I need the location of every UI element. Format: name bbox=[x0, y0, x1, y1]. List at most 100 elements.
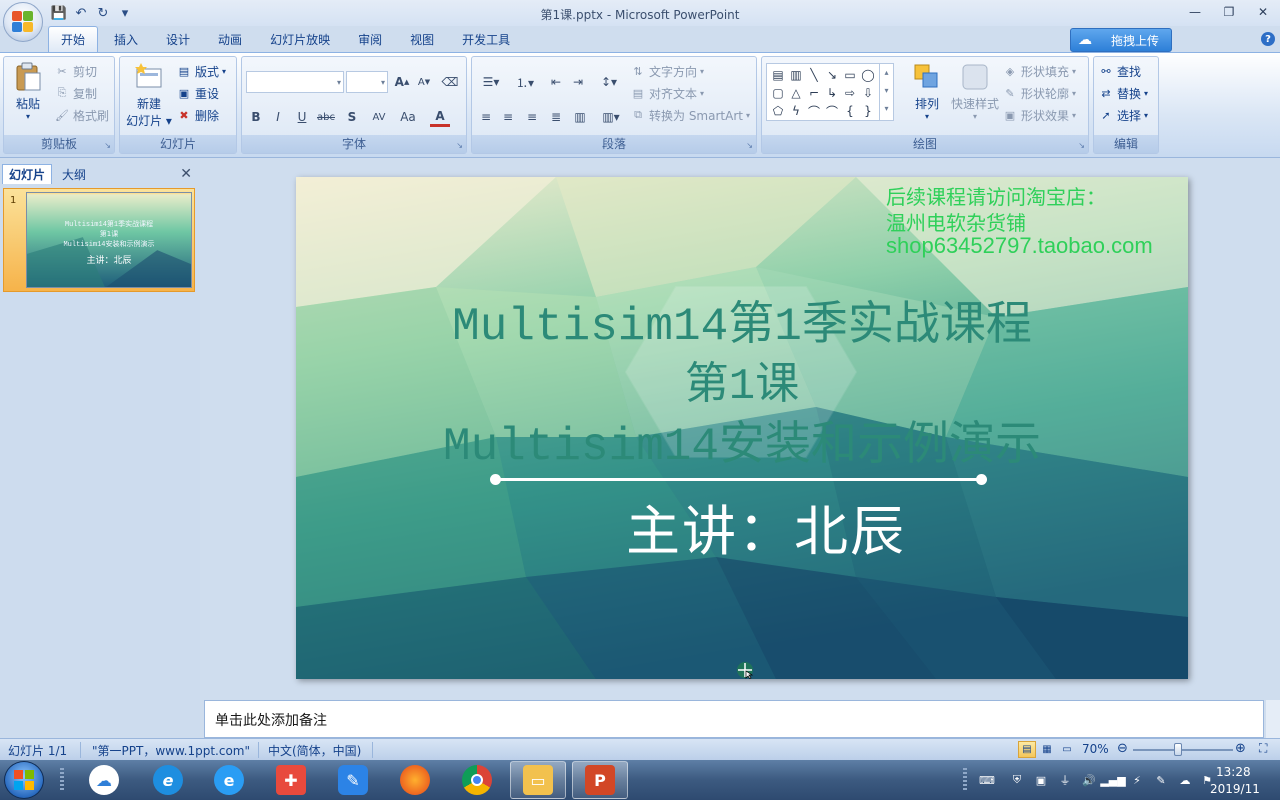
slide-title-1[interactable]: Multisim14第1季实战课程 bbox=[296, 287, 1188, 353]
numbering-icon[interactable]: ⒈▾ bbox=[510, 72, 540, 92]
line-shape-icon[interactable]: ╲ bbox=[805, 66, 823, 84]
taskbar-powerpoint[interactable]: P bbox=[572, 761, 628, 799]
normal-view-icon[interactable]: ▤ bbox=[1018, 741, 1036, 758]
justify-icon[interactable]: ≣ bbox=[546, 107, 566, 127]
tab-slideshow[interactable]: 幻灯片放映 bbox=[258, 26, 342, 52]
shadow-button[interactable]: S bbox=[342, 107, 362, 127]
clear-format-icon[interactable]: ⌫ bbox=[440, 72, 460, 92]
zoom-in-icon[interactable]: ⊕ bbox=[1235, 741, 1246, 756]
start-button[interactable] bbox=[4, 761, 44, 799]
shape-effects-button[interactable]: ▣ 形状效果 ▾ bbox=[1002, 105, 1076, 125]
arc-shape-icon[interactable]: ⌒ bbox=[823, 102, 841, 120]
keyboard-icon[interactable]: ⌨ bbox=[979, 772, 995, 788]
taskbar-firefox[interactable] bbox=[387, 761, 443, 799]
arrow-shape-icon[interactable]: ↘ bbox=[823, 66, 841, 84]
volume-icon[interactable]: 🔊 bbox=[1081, 772, 1097, 788]
slide-title-2[interactable]: 第1课 bbox=[296, 347, 1188, 412]
font-launcher-icon[interactable]: ↘ bbox=[456, 141, 463, 150]
decrease-indent-icon[interactable]: ⇤ bbox=[546, 72, 566, 92]
quick-styles-button[interactable]: 快速样式 ▾ bbox=[950, 61, 1000, 121]
taskbar-explorer[interactable]: ▭ bbox=[510, 761, 566, 799]
right-brace-shape-icon[interactable]: } bbox=[859, 102, 877, 120]
replace-button[interactable]: ⇄ 替换 ▾ bbox=[1098, 83, 1148, 103]
shape-fill-button[interactable]: ◈ 形状填充 ▾ bbox=[1002, 61, 1076, 81]
clock-date[interactable]: 2019/11 bbox=[1210, 782, 1260, 796]
close-pane-icon[interactable]: ✕ bbox=[180, 166, 192, 182]
tab-design[interactable]: 设计 bbox=[154, 26, 202, 52]
align-right-icon[interactable]: ≡ bbox=[522, 107, 542, 127]
lightning-shape-icon[interactable]: ϟ bbox=[787, 102, 805, 120]
text-direction-button[interactable]: ⇅ 文字方向 ▾ bbox=[630, 61, 704, 81]
fit-window-icon[interactable]: ⛶ bbox=[1259, 741, 1267, 756]
network-icon[interactable]: ▂▄▆ bbox=[1100, 772, 1125, 788]
shield-icon[interactable]: ⛨ bbox=[1009, 772, 1025, 788]
align-center-icon[interactable]: ≡ bbox=[498, 107, 518, 127]
char-spacing-button[interactable]: AV bbox=[366, 107, 392, 127]
clipboard-launcher-icon[interactable]: ↘ bbox=[104, 141, 111, 150]
zoom-level[interactable]: 70% bbox=[1082, 742, 1109, 756]
curve-shape-icon[interactable]: ⌒ bbox=[805, 102, 823, 120]
align-left-icon[interactable]: ≡ bbox=[476, 107, 496, 127]
taskbar-eraser-app[interactable]: ✚ bbox=[263, 761, 319, 799]
office-button[interactable] bbox=[3, 2, 43, 42]
tab-home[interactable]: 开始 bbox=[48, 26, 99, 52]
rectangle-shape-icon[interactable]: ▭ bbox=[841, 66, 859, 84]
bold-button[interactable]: B bbox=[246, 107, 266, 127]
maximize-button[interactable]: ❐ bbox=[1212, 0, 1246, 24]
theme-status[interactable]: "第一PPT，www.1ppt.com" bbox=[92, 742, 250, 759]
tab-slides[interactable]: 幻灯片 bbox=[2, 164, 53, 184]
right-arrow-shape-icon[interactable]: ⇨ bbox=[841, 84, 859, 102]
arrange-button[interactable]: 排列 ▾ bbox=[906, 61, 948, 121]
grow-font-button[interactable]: A ▲ bbox=[392, 72, 412, 92]
shape-outline-button[interactable]: ✎ 形状轮廓 ▾ bbox=[1002, 83, 1076, 103]
change-case-button[interactable]: Aa bbox=[396, 107, 420, 127]
taskbar-pen-app[interactable]: ✎ bbox=[325, 761, 381, 799]
tab-developer[interactable]: 开发工具 bbox=[450, 26, 522, 52]
bullets-icon[interactable]: ☰▾ bbox=[476, 72, 506, 92]
pen-tray-icon[interactable]: ✎ bbox=[1153, 772, 1169, 788]
shrink-font-button[interactable]: A ▼ bbox=[414, 72, 434, 92]
taskbar-ie[interactable]: e bbox=[140, 761, 196, 799]
elbow-arrow-icon[interactable]: ↳ bbox=[823, 84, 841, 102]
new-slide-button[interactable]: 新建 幻灯片 ▾ bbox=[124, 61, 174, 129]
font-name-combo[interactable]: ▾ bbox=[246, 71, 344, 93]
language-status[interactable]: 中文(简体，中国) bbox=[268, 742, 361, 759]
zoom-slider-thumb[interactable] bbox=[1174, 743, 1182, 756]
textbox-shape-icon[interactable]: ▤ bbox=[769, 66, 787, 84]
slide-thumbnail[interactable]: Multisim14第1季实战课程 第1课 Multisim14安装和示例演示 … bbox=[26, 192, 192, 288]
smartart-button[interactable]: ⧉ 转换为 SmartArt ▾ bbox=[630, 105, 750, 125]
tab-animations[interactable]: 动画 bbox=[206, 26, 254, 52]
copy-button[interactable]: ⎘ 复制 bbox=[54, 83, 97, 103]
minimize-button[interactable]: — bbox=[1178, 0, 1212, 24]
tab-outline[interactable]: 大纲 bbox=[56, 164, 92, 184]
font-color-button[interactable]: A bbox=[430, 107, 450, 127]
increase-indent-icon[interactable]: ⇥ bbox=[568, 72, 588, 92]
line-spacing-icon[interactable]: ↕▾ bbox=[594, 72, 624, 92]
drawing-launcher-icon[interactable]: ↘ bbox=[1078, 141, 1085, 150]
tab-review[interactable]: 审阅 bbox=[346, 26, 394, 52]
underline-button[interactable]: U bbox=[292, 107, 312, 127]
shapes-gallery[interactable]: ▤ ▥ ╲ ↘ ▭ ◯ ▢ △ ⌐ ↳ ⇨ ⇩ ⬠ ϟ ⌒ ⌒ { } ▴ ▾ ▾ bbox=[766, 63, 894, 121]
clock-time[interactable]: 13:28 bbox=[1216, 765, 1251, 779]
slide-sorter-icon[interactable]: ▦ bbox=[1038, 741, 1056, 758]
close-button[interactable]: ✕ bbox=[1246, 0, 1280, 24]
monitor-icon[interactable]: ▣ bbox=[1033, 772, 1049, 788]
tab-insert[interactable]: 插入 bbox=[102, 26, 150, 52]
select-button[interactable]: ➚ 选择 ▾ bbox=[1098, 105, 1148, 125]
paste-button[interactable]: 粘贴 ▾ bbox=[10, 61, 46, 121]
cut-button[interactable]: ✂ 剪切 bbox=[54, 61, 97, 81]
tab-view[interactable]: 视图 bbox=[398, 26, 446, 52]
rounded-rect-shape-icon[interactable]: ▢ bbox=[769, 84, 787, 102]
format-painter-button[interactable]: 🖌 格式刷 bbox=[54, 105, 109, 125]
upload-button[interactable]: ☁ 拖拽上传 bbox=[1070, 28, 1172, 52]
columns-icon[interactable]: ▥▾ bbox=[596, 107, 626, 127]
vertical-textbox-shape-icon[interactable]: ▥ bbox=[787, 66, 805, 84]
presenter-text[interactable]: 主讲：北辰 bbox=[626, 487, 906, 566]
slideshow-icon[interactable]: ▭ bbox=[1058, 741, 1076, 758]
delete-slide-button[interactable]: ✖ 删除 bbox=[176, 105, 219, 125]
align-text-button[interactable]: ▤ 对齐文本 ▾ bbox=[630, 83, 704, 103]
cloud-tray-icon[interactable]: ☁ bbox=[1177, 772, 1193, 788]
shapes-gallery-scroll[interactable]: ▴ ▾ ▾ bbox=[879, 64, 893, 120]
slide-canvas[interactable]: 后续课程请访问淘宝店： 温州电软杂货铺 shop63452797.taobao.… bbox=[296, 177, 1188, 679]
find-button[interactable]: ⚯ 查找 bbox=[1098, 61, 1141, 81]
